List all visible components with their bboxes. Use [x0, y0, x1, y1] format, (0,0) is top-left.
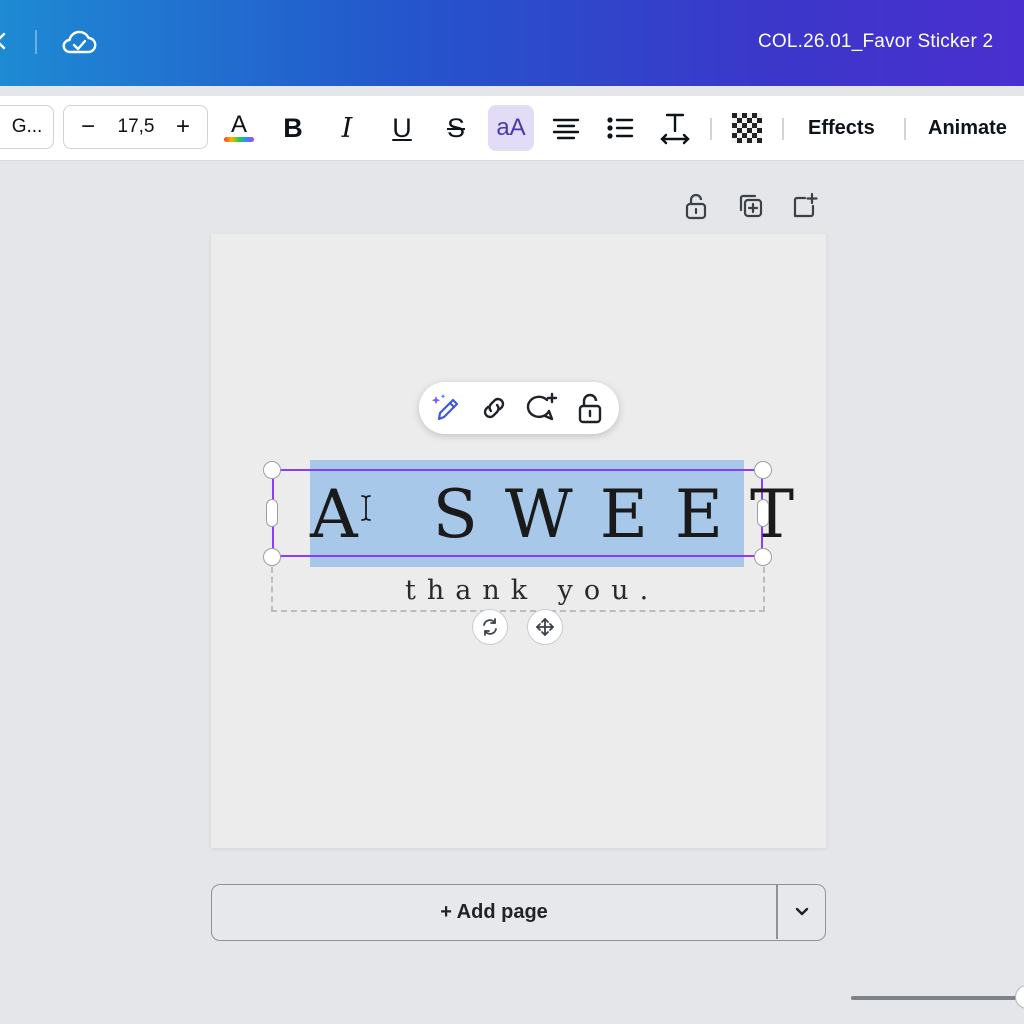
transparency-icon — [732, 113, 762, 143]
resize-handle-right[interactable] — [757, 499, 769, 527]
underline-button[interactable]: U — [379, 105, 425, 151]
zoom-slider-track[interactable] — [851, 996, 1024, 1000]
svg-text:A: A — [231, 111, 247, 138]
effects-button[interactable]: Effects — [808, 105, 875, 151]
chevron-left-icon[interactable] — [0, 26, 6, 56]
magic-edit-button[interactable] — [429, 392, 463, 424]
headline-text[interactable]: A SWEET — [310, 470, 794, 560]
lock-element-button[interactable] — [573, 392, 607, 424]
comment-add-icon — [526, 392, 558, 421]
unlock-icon — [578, 393, 602, 424]
text-color-icon: A — [224, 111, 254, 142]
add-page-options-button[interactable] — [778, 885, 826, 939]
font-size-stepper: − 17,5 + — [63, 105, 208, 149]
toolbar-divider — [710, 118, 712, 140]
text-cursor-icon — [361, 495, 371, 521]
font-size-input[interactable]: 17,5 — [112, 106, 160, 148]
text-color-button[interactable]: A — [216, 105, 262, 151]
unlock-icon — [685, 193, 707, 220]
add-page-button[interactable]: + Add page — [212, 885, 776, 939]
font-family-label: G... — [11, 116, 43, 137]
add-page-control: + Add page — [211, 884, 826, 941]
font-family-selector[interactable]: G... — [0, 105, 54, 149]
move-icon — [536, 618, 554, 636]
list-button[interactable] — [597, 105, 643, 151]
text-toolbar: G... − 17,5 + A B I U S aA Effects Anima… — [0, 96, 1024, 161]
rotate-icon — [483, 618, 497, 636]
move-button[interactable] — [527, 609, 563, 645]
underline-label: U — [392, 112, 412, 143]
zoom-slider-fill — [851, 996, 1021, 1000]
subtitle-text[interactable]: thank you. — [405, 575, 648, 611]
lock-page-button[interactable] — [681, 190, 711, 222]
spacing-button[interactable] — [652, 105, 698, 151]
rotate-button[interactable] — [472, 609, 508, 645]
resize-handle-top-right[interactable] — [754, 461, 772, 479]
chevron-down-icon — [795, 907, 809, 916]
increase-font-size-button[interactable]: + — [163, 106, 203, 148]
toolbar-divider — [904, 118, 906, 140]
italic-label: I — [341, 112, 353, 144]
bold-label: B — [283, 112, 303, 143]
letter-case-button[interactable]: aA — [488, 105, 534, 151]
element-context-toolbar — [419, 382, 619, 434]
duplicate-page-button[interactable] — [736, 190, 766, 222]
strikethrough-button[interactable]: S — [433, 105, 479, 151]
add-page-top-button[interactable] — [790, 190, 820, 222]
cloud-saved-icon[interactable] — [60, 26, 98, 58]
text-align-button[interactable] — [543, 105, 589, 151]
italic-button[interactable]: I — [324, 105, 370, 151]
header-divider — [35, 30, 37, 54]
letter-spacing-icon — [660, 113, 690, 145]
resize-handle-bottom-right[interactable] — [754, 548, 772, 566]
link-icon — [483, 397, 505, 419]
strikethrough-label: S — [446, 112, 465, 143]
add-page-icon — [793, 192, 818, 218]
resize-handle-top-left[interactable] — [263, 461, 281, 479]
magic-edit-icon — [431, 394, 459, 421]
resize-handle-left[interactable] — [266, 499, 278, 527]
top-bar: COL.26.01_Favor Sticker 2 — [0, 0, 1024, 86]
transparency-button[interactable] — [724, 105, 770, 151]
document-title[interactable]: COL.26.01_Favor Sticker 2 — [758, 31, 993, 53]
zoom-slider-thumb[interactable] — [1015, 985, 1024, 1009]
decrease-font-size-button[interactable]: − — [68, 106, 108, 148]
resize-handle-bottom-left[interactable] — [263, 548, 281, 566]
align-center-icon — [552, 118, 580, 140]
toolbar-divider — [782, 118, 784, 140]
bold-button[interactable]: B — [270, 105, 316, 151]
duplicate-page-icon — [739, 194, 763, 218]
letter-case-label: aA — [496, 114, 526, 141]
bullet-list-icon — [607, 117, 634, 139]
link-button[interactable] — [477, 392, 511, 424]
add-comment-button[interactable] — [525, 392, 559, 424]
animate-button[interactable]: Animate — [928, 105, 1007, 151]
